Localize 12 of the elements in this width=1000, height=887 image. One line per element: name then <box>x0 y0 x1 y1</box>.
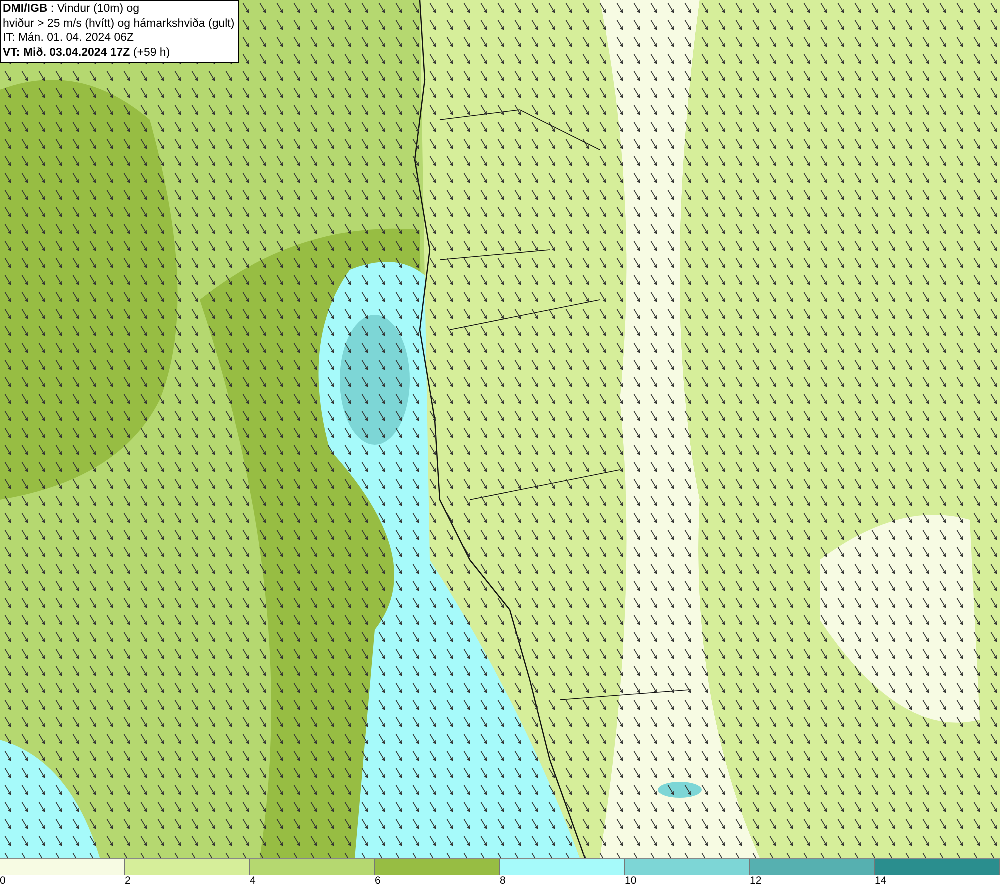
legend-label: 6 <box>375 875 381 887</box>
title-line: hviður > 25 m/s (hvítt) og hámarkshviða (gult) <box>3 16 235 31</box>
title-line: DMI/IGB : Vindur (10m) og <box>3 2 141 16</box>
legend-label: 14 <box>875 875 887 887</box>
legend-label: 2 <box>125 875 131 887</box>
legend-label: 4 <box>250 875 256 887</box>
legend-label: 8 <box>500 875 506 887</box>
legend-label: 12 <box>750 875 762 887</box>
title-line: VT: Mið. 03.04.2024 17Z (+59 h) <box>3 46 172 60</box>
title-line: IT: Mán. 01. 04. 2024 06Z <box>3 31 136 46</box>
legend-label: 0 <box>0 875 6 887</box>
legend-label: 10 <box>625 875 637 887</box>
